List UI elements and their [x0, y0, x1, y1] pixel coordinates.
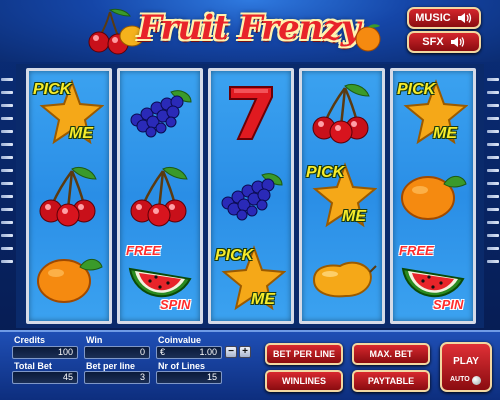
orange-icon: [37, 258, 103, 303]
game-logo: Fruit Frenzy: [86, 4, 386, 58]
currency-symbol: €: [160, 347, 166, 357]
speaker-icon: [450, 37, 464, 47]
reel-3: PICK ME: [208, 68, 294, 324]
win-value: 0: [84, 346, 150, 359]
grapes-icon: [130, 89, 192, 137]
coinvalue-value: 1.00: [199, 347, 217, 357]
pick-label: PICK: [215, 247, 254, 264]
play-label: PLAY: [453, 356, 479, 367]
bet-per-line-value: 3: [84, 371, 150, 384]
coinvalue-label: Coinvalue: [158, 335, 202, 345]
free-label: FREE: [126, 243, 161, 258]
total-bet-value: 45: [12, 371, 78, 384]
sfx-label: SFX: [422, 36, 444, 48]
symbol-orange: [393, 154, 473, 237]
symbol-cherries: [120, 154, 200, 237]
bet-per-line-button[interactable]: BET PER LINE: [265, 343, 343, 365]
cherry-logo-icon: [88, 8, 145, 55]
reel-2: FREE SPIN: [117, 68, 203, 324]
orange-icon: [401, 175, 467, 220]
symbol-pick-me-star: PICK ME: [302, 154, 382, 237]
reel-4: PICK ME: [299, 68, 385, 324]
nr-of-lines-value: 15: [156, 371, 222, 384]
grapes-icon: [221, 172, 283, 220]
win-label: Win: [86, 335, 103, 345]
symbol-free-spin-watermelon: FREE SPIN: [393, 237, 473, 320]
symbol-pick-me-star: PICK ME: [393, 71, 473, 154]
pick-label: PICK: [397, 81, 436, 98]
speaker-icon: [457, 13, 471, 23]
symbol-seven: [211, 71, 291, 154]
paytable-button[interactable]: PAYTABLE: [352, 370, 430, 392]
music-toggle-button[interactable]: MUSIC: [407, 7, 481, 29]
me-label: ME: [433, 125, 457, 142]
max-bet-button[interactable]: MAX. BET: [352, 343, 430, 365]
credits-value: 100: [12, 346, 78, 359]
cherries-icon: [130, 166, 188, 226]
reel-1: PICK ME: [26, 68, 112, 324]
me-label: ME: [342, 208, 366, 225]
symbol-pick-me-star: PICK ME: [211, 237, 291, 320]
credits-label: Credits: [14, 335, 46, 345]
header: Fruit Frenzy MUSIC SFX: [0, 0, 500, 62]
bet-per-line-label: Bet per line: [86, 361, 136, 371]
auto-label: AUTO: [450, 376, 470, 383]
cherries-icon: [312, 83, 370, 143]
music-label: MUSIC: [415, 12, 451, 24]
game-title: Fruit Frenzy: [138, 8, 361, 48]
symbol-orange: [29, 237, 109, 320]
symbol-pear: [302, 237, 382, 320]
auto-toggle[interactable]: [472, 376, 481, 385]
pear-icon: [312, 261, 377, 297]
symbol-grapes: [211, 154, 291, 237]
play-button[interactable]: PLAY AUTO: [440, 342, 492, 392]
free-label: FREE: [399, 243, 434, 258]
sfx-toggle-button[interactable]: SFX: [407, 31, 481, 53]
left-payline-markers: [0, 78, 14, 318]
winlines-button[interactable]: WINLINES: [265, 370, 343, 392]
symbol-grapes: [120, 71, 200, 154]
me-label: ME: [69, 125, 93, 142]
right-payline-markers: [486, 78, 500, 318]
symbol-free-spin-watermelon: FREE SPIN: [120, 237, 200, 320]
orange-logo-icon: [355, 24, 381, 52]
reels-area: PICK ME FREE SPIN PICK ME PICK ME PICK M…: [16, 64, 484, 328]
me-label: ME: [251, 291, 275, 308]
spin-label: SPIN: [433, 297, 464, 312]
pick-label: PICK: [33, 81, 72, 98]
symbol-pick-me-star: PICK ME: [29, 71, 109, 154]
nr-of-lines-label: Nr of Lines: [158, 361, 206, 371]
pick-label: PICK: [306, 164, 345, 181]
symbol-cherries: [302, 71, 382, 154]
coinvalue-field: € 1.00: [156, 346, 222, 359]
reel-5: PICK ME FREE SPIN: [390, 68, 476, 324]
spin-label: SPIN: [160, 297, 191, 312]
seven-icon: [229, 85, 273, 140]
symbol-cherries: [29, 154, 109, 237]
coinvalue-decrease-button[interactable]: −: [225, 346, 237, 358]
cherries-icon: [39, 166, 97, 226]
coinvalue-increase-button[interactable]: +: [239, 346, 251, 358]
total-bet-label: Total Bet: [14, 361, 52, 371]
